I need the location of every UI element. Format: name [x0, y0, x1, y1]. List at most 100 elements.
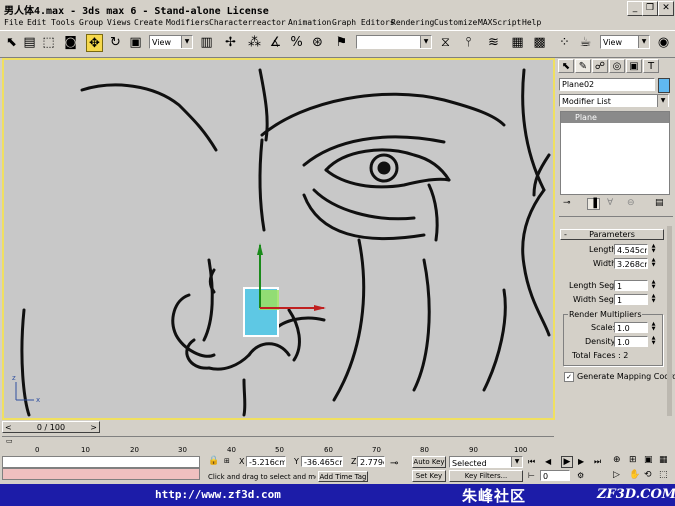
object-name-field[interactable]: Plane02	[559, 78, 655, 91]
key-mode-toggle-icon[interactable]: ⊢	[528, 471, 535, 480]
modifier-stack[interactable]: Plane	[560, 111, 670, 195]
zoom-all-icon[interactable]: ⊞	[629, 455, 637, 465]
mirror-icon[interactable]: ⧖	[437, 34, 454, 52]
layer-manager-icon[interactable]: ≋	[485, 34, 502, 52]
maxscript-listener-mini[interactable]	[2, 456, 200, 468]
next-frame-icon[interactable]: ▶	[578, 457, 584, 466]
align-icon[interactable]: ⫯	[460, 34, 477, 52]
length-spinner[interactable]: ▲ ▼	[650, 244, 657, 255]
length-segs-field[interactable]: 1	[614, 280, 648, 291]
edit-named-selection-icon[interactable]: ⚑	[333, 34, 350, 52]
select-by-name-icon[interactable]: ▤	[21, 34, 38, 52]
zoom-extents-icon[interactable]: ▣	[644, 455, 653, 465]
key-filters-button[interactable]: Key Filters...	[449, 470, 523, 482]
width-field[interactable]: 3.268cm	[614, 258, 648, 269]
maximize-viewport-icon[interactable]: ⬚	[659, 470, 668, 480]
motion-tab-icon[interactable]: ◎	[609, 59, 625, 73]
menu-group[interactable]: Group	[79, 18, 103, 27]
auto-key-button[interactable]: Auto Key	[412, 456, 446, 468]
select-and-scale-icon[interactable]: ▣	[127, 34, 144, 52]
time-slider[interactable]: < 0 / 100 >	[2, 421, 100, 433]
key-mode-icon[interactable]: ⊸	[390, 458, 398, 469]
key-selection-dropdown[interactable]: Selected ▼	[449, 456, 523, 468]
length-segs-spinner[interactable]: ▲ ▼	[650, 280, 657, 291]
track-bar[interactable]: ▭ 0 10 20 30 40 50 60 70 80 90 100	[2, 436, 554, 454]
menu-modifiers[interactable]: Modifiers	[166, 18, 209, 27]
snaps-toggle-icon[interactable]: ⁂	[246, 34, 263, 52]
add-time-tag-button[interactable]: Add Time Tag	[318, 471, 368, 482]
modifier-list-dropdown[interactable]: Modifier List ▼	[559, 94, 669, 107]
go-to-start-icon[interactable]: ⏮	[528, 457, 535, 467]
zoom-icon[interactable]: ⊕	[613, 455, 621, 465]
menu-customize[interactable]: Customize	[434, 18, 477, 27]
curve-editor-icon[interactable]: ▦	[509, 34, 526, 52]
select-and-move-icon[interactable]: ✥	[86, 34, 103, 52]
close-icon[interactable]: ✕	[658, 1, 674, 16]
scale-field[interactable]: 1.0	[614, 322, 648, 333]
scale-spinner[interactable]: ▲ ▼	[650, 322, 657, 333]
restore-icon[interactable]: ❐	[642, 1, 658, 16]
pin-stack-icon[interactable]: ⊸	[563, 198, 571, 208]
reference-coordinate-dropdown[interactable]: View ▼	[149, 35, 193, 49]
menu-reactor[interactable]: reactor	[252, 18, 286, 27]
width-segs-field[interactable]: 1	[614, 294, 648, 305]
parameters-rollout-header[interactable]: - Parameters	[560, 229, 664, 240]
menu-edit[interactable]: Edit	[27, 18, 46, 27]
menu-help[interactable]: Help	[522, 18, 541, 27]
select-and-manipulate-icon[interactable]: ✢	[222, 34, 239, 52]
time-config-icon[interactable]: ⚙	[577, 471, 584, 480]
length-field[interactable]: 4.545cm	[614, 244, 648, 255]
viewport-front[interactable]: x z	[2, 58, 555, 420]
modify-tab-icon[interactable]: ✎	[575, 59, 591, 73]
absolute-mode-icon[interactable]: ⊞	[224, 457, 230, 465]
schematic-view-icon[interactable]: ▩	[531, 34, 548, 52]
command-panel-scrollbar[interactable]	[667, 226, 672, 416]
x-coord-field[interactable]: -5.216cm	[246, 456, 286, 467]
previous-frame-icon[interactable]: ◀	[545, 457, 551, 466]
width-spinner[interactable]: ▲ ▼	[650, 258, 657, 269]
create-tab-icon[interactable]: ⬉	[558, 59, 574, 73]
render-view-dropdown[interactable]: View ▼	[600, 35, 650, 49]
menu-character[interactable]: Character	[209, 18, 252, 27]
stack-item-plane[interactable]: Plane	[561, 112, 669, 123]
show-end-result-icon[interactable]: ▐	[587, 198, 600, 210]
named-selection-dropdown[interactable]: ▼	[356, 35, 432, 49]
remove-modifier-icon[interactable]: ⊖	[627, 198, 635, 208]
display-tab-icon[interactable]: ▣	[626, 59, 642, 73]
menu-views[interactable]: Views	[107, 18, 131, 27]
render-scene-icon[interactable]: ☕	[577, 34, 594, 52]
rectangular-selection-icon[interactable]: ⬚	[40, 34, 57, 52]
arc-rotate-icon[interactable]: ⟲	[644, 470, 652, 480]
menu-animation[interactable]: Animation	[288, 18, 331, 27]
go-to-end-icon[interactable]: ⏭	[594, 457, 601, 467]
select-object-icon[interactable]: ⬉	[3, 34, 20, 52]
menu-file[interactable]: File	[4, 18, 23, 27]
menu-maxscript[interactable]: MAXScript	[478, 18, 521, 27]
window-crossing-icon[interactable]: ◙	[62, 34, 79, 52]
generate-mapping-checkbox[interactable]: ✓	[564, 372, 574, 382]
spinner-snap-icon[interactable]: ⊛	[309, 34, 326, 52]
menu-rendering[interactable]: Rendering	[391, 18, 434, 27]
zoom-extents-all-icon[interactable]: ▦	[659, 455, 668, 465]
percent-snap-icon[interactable]: %	[288, 34, 305, 52]
z-coord-field[interactable]: 2.779cm	[357, 456, 385, 467]
field-of-view-icon[interactable]: ▷	[613, 470, 620, 480]
material-editor-icon[interactable]: ⁘	[556, 34, 573, 52]
utilities-tab-icon[interactable]: T	[643, 59, 659, 73]
select-and-rotate-icon[interactable]: ↻	[107, 34, 124, 52]
track-bar-toggle-icon[interactable]: ▭	[6, 437, 13, 445]
lock-selection-icon[interactable]: 🔒	[208, 456, 219, 466]
play-icon[interactable]: ▶	[561, 456, 573, 468]
menu-tools[interactable]: Tools	[51, 18, 75, 27]
width-segs-spinner[interactable]: ▲ ▼	[650, 294, 657, 305]
pan-icon[interactable]: ✋	[629, 470, 640, 480]
hierarchy-tab-icon[interactable]: ☍	[592, 59, 608, 73]
quick-render-icon[interactable]: ◉	[655, 34, 672, 52]
use-pivot-icon[interactable]: ▥	[198, 34, 215, 52]
y-coord-field[interactable]: -36.465cm	[301, 456, 343, 467]
object-color-swatch[interactable]	[658, 78, 670, 93]
configure-sets-icon[interactable]: ▤	[655, 198, 664, 208]
make-unique-icon[interactable]: ∀	[607, 198, 613, 208]
minimize-icon[interactable]: _	[627, 1, 643, 16]
menu-graph-editors[interactable]: Graph Editors	[332, 18, 395, 27]
